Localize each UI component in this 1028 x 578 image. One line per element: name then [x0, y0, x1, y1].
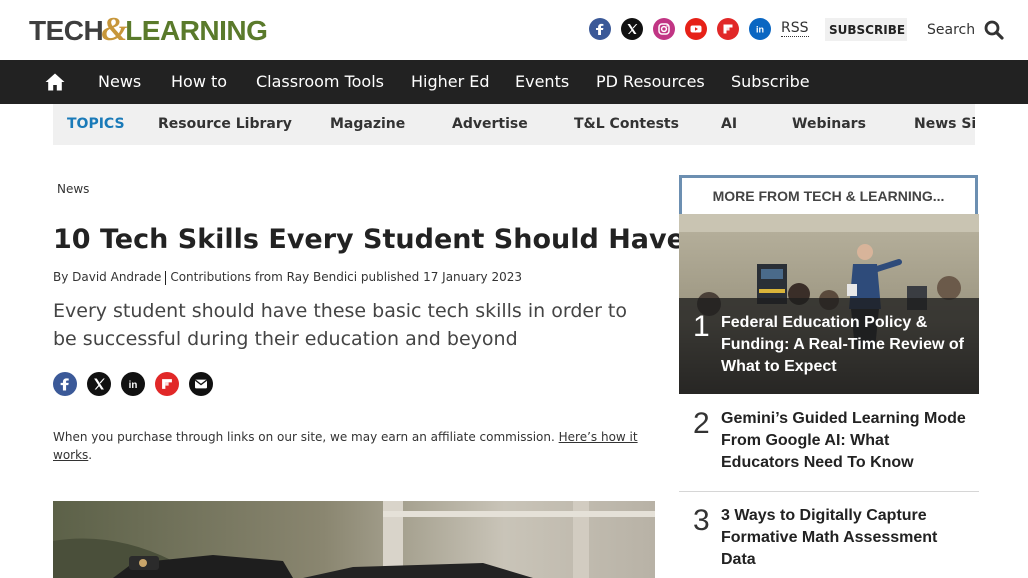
x-icon[interactable] — [621, 18, 643, 40]
subscribe-label: SUBSCRIBE — [829, 22, 906, 37]
svg-text:in: in — [129, 380, 138, 391]
sidebar-item-number: 1 — [693, 310, 710, 343]
byline: By David Andrade Contributions from Ray B… — [53, 269, 522, 285]
search-label: Search — [927, 22, 976, 38]
share-facebook-icon[interactable] — [53, 372, 77, 396]
sidebar-list-item[interactable]: 3 3 Ways to Digitally Capture Formative … — [679, 502, 979, 578]
share-buttons: in — [53, 372, 213, 396]
affiliate-disclosure: When you purchase through links on our s… — [53, 428, 663, 464]
topics-label: TOPICS — [67, 116, 125, 132]
main-nav: News How to Classroom Tools Higher Ed Ev… — [0, 60, 1028, 104]
share-email-icon[interactable] — [189, 372, 213, 396]
breadcrumb[interactable]: News — [57, 182, 89, 196]
sidebar-item-title[interactable]: Federal Education Policy & Funding: A Re… — [721, 312, 971, 378]
share-linkedin-icon[interactable]: in — [121, 372, 145, 396]
share-flipboard-icon[interactable] — [155, 372, 179, 396]
byline-author[interactable]: By David Andrade — [53, 270, 161, 284]
sidebar-list-item[interactable]: 2 Gemini’s Guided Learning Mode From Goo… — [679, 405, 979, 485]
youtube-icon[interactable] — [685, 18, 707, 40]
svg-text:in: in — [756, 25, 764, 35]
rss-link[interactable]: RSS — [781, 20, 809, 37]
sidebar-item-number: 2 — [693, 407, 710, 440]
facebook-icon[interactable] — [589, 18, 611, 40]
sidebar-list-item[interactable]: 1 Federal Education Policy & Funding: A … — [679, 298, 979, 394]
byline-separator — [165, 270, 167, 285]
home-icon[interactable] — [44, 71, 66, 93]
linkedin-icon[interactable]: in — [749, 18, 771, 40]
topics-bar: TOPICS Resource Library Magazine Adverti… — [53, 104, 975, 145]
affiliate-period: . — [88, 448, 93, 462]
instagram-icon[interactable] — [653, 18, 675, 40]
nav-item-higher-ed[interactable]: Higher Ed — [411, 72, 490, 92]
nav-item-classroom-tools[interactable]: Classroom Tools — [256, 72, 384, 92]
topic-advertise[interactable]: Advertise — [452, 115, 528, 133]
topic-ai[interactable]: AI — [721, 115, 737, 133]
topic-tl-contests[interactable]: T&L Contests — [574, 115, 679, 133]
nav-item-pd-resources[interactable]: PD Resources — [596, 72, 705, 92]
nav-item-news[interactable]: News — [98, 72, 141, 92]
sidebar-heading: MORE FROM TECH & LEARNING... — [679, 175, 978, 214]
nav-item-events[interactable]: Events — [515, 72, 569, 92]
flipboard-icon[interactable] — [717, 18, 739, 40]
topic-news-signup[interactable]: News Sig — [914, 115, 975, 133]
sidebar-item-title[interactable]: 3 Ways to Digitally Capture Formative Ma… — [721, 505, 969, 571]
social-links: in — [589, 18, 771, 40]
share-x-icon[interactable] — [87, 372, 111, 396]
article-hero-image — [53, 501, 655, 578]
nav-item-how-to[interactable]: How to — [171, 72, 227, 92]
article-strapline: Every student should have these basic te… — [53, 300, 628, 350]
nav-item-subscribe[interactable]: Subscribe — [731, 72, 810, 92]
article-title: 10 Tech Skills Every Student Should Have — [53, 224, 685, 255]
sidebar-item-number: 3 — [693, 504, 710, 537]
site-header: TECH&LEARNING in RSS SUBSCRIBE Search — [0, 0, 1028, 60]
search-button[interactable]: Search — [927, 19, 1005, 41]
topic-webinars[interactable]: Webinars — [792, 115, 866, 133]
affiliate-text: When you purchase through links on our s… — [53, 430, 555, 444]
subscribe-dropdown-button[interactable]: SUBSCRIBE — [825, 18, 907, 41]
byline-details: Contributions from Ray Bendici published… — [170, 270, 523, 284]
search-icon — [984, 20, 1004, 40]
sidebar-divider — [679, 491, 979, 492]
site-logo[interactable]: TECH&LEARNING — [29, 13, 268, 48]
topic-resource-library[interactable]: Resource Library — [158, 115, 292, 133]
topic-magazine[interactable]: Magazine — [330, 115, 405, 133]
sidebar-item-title[interactable]: Gemini’s Guided Learning Mode From Googl… — [721, 408, 969, 474]
